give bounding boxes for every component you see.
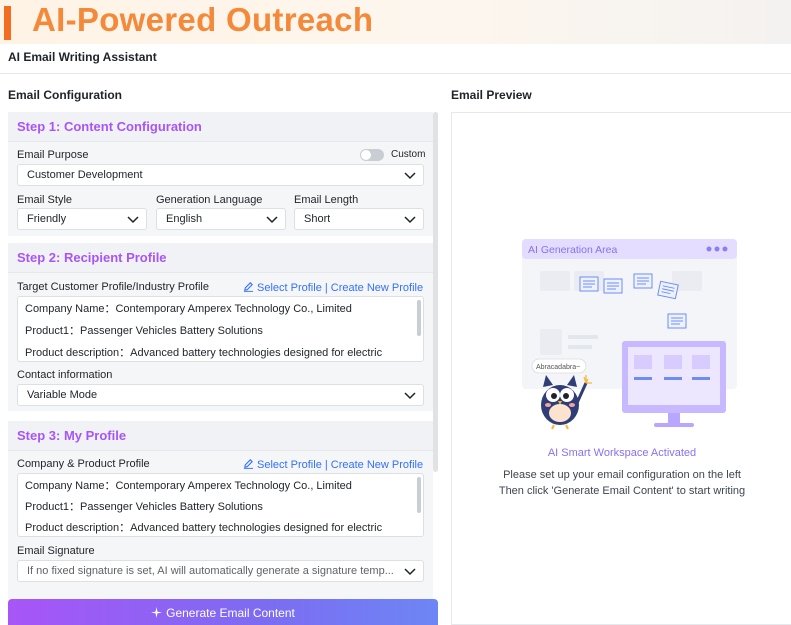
- textarea-scrollbar[interactable]: [417, 300, 421, 336]
- contact-label: Contact information: [17, 369, 113, 381]
- select-my-profile-link-text: Select Profile | Create New Profile: [257, 459, 424, 471]
- config-panel: Step 1: Content Configuration Email Purp…: [8, 112, 438, 602]
- select-profile-link[interactable]: Select Profile | Create New Profile: [243, 281, 423, 294]
- banner-accent-bar: [4, 6, 11, 40]
- edit-icon: [243, 282, 254, 292]
- signature-label: Email Signature: [17, 545, 95, 557]
- style-select[interactable]: Friendly: [17, 208, 147, 230]
- textarea-line: Product1：Passenger Vehicles Battery Solu…: [25, 501, 263, 513]
- generate-button-content: Generate Email Content: [8, 606, 438, 620]
- textarea-line: Company Name：Contemporary Amperex Techno…: [25, 303, 352, 315]
- my-profile-textarea[interactable]: Company Name：Contemporary Amperex Techno…: [17, 473, 424, 537]
- step3-card: Step 3: My Profile Company & Product Pro…: [8, 421, 433, 601]
- document-icon: [633, 273, 653, 289]
- instruction-line-2: Then click 'Generate Email Content' to s…: [498, 485, 746, 497]
- chevron-down-icon: [404, 172, 416, 180]
- edit-icon: [243, 459, 254, 469]
- step1-title: Step 1: Content Configuration: [17, 119, 202, 134]
- bubble-text: Abracadabra~: [536, 364, 580, 371]
- language-select[interactable]: English: [156, 208, 286, 230]
- config-scrollbar[interactable]: [433, 112, 438, 472]
- signature-select-placeholder: If no fixed signature is set, AI will au…: [27, 565, 394, 577]
- step2-title: Step 2: Recipient Profile: [17, 250, 167, 265]
- chevron-down-icon: [404, 568, 416, 576]
- area-label: AI Generation Area: [528, 244, 617, 256]
- style-select-value: Friendly: [27, 213, 67, 225]
- textarea-line: Company Name：Contemporary Amperex Techno…: [25, 480, 352, 492]
- step3-title: Step 3: My Profile: [17, 428, 127, 443]
- step1-card: Step 1: Content Configuration Email Purp…: [8, 112, 433, 236]
- target-profile-textarea[interactable]: Company Name：Contemporary Amperex Techno…: [17, 296, 424, 362]
- dot-icon: [722, 246, 728, 252]
- chevron-down-icon: [404, 216, 416, 224]
- toggle-knob: [361, 150, 371, 160]
- dot-icon: [706, 246, 712, 252]
- preview-section-title: Email Preview: [451, 88, 532, 102]
- select-profile-link-text: Select Profile | Create New Profile: [257, 282, 424, 294]
- placeholder-block: [540, 329, 562, 355]
- chevron-down-icon: [404, 392, 416, 400]
- custom-toggle[interactable]: [360, 149, 384, 161]
- signature-select[interactable]: If no fixed signature is set, AI will au…: [17, 560, 424, 582]
- purpose-select[interactable]: Customer Development: [17, 164, 424, 186]
- chevron-down-icon: [266, 216, 278, 224]
- target-profile-label: Target Customer Profile/Industry Profile: [17, 281, 209, 293]
- config-section-title: Email Configuration: [8, 88, 122, 102]
- textarea-line: Product description：Advanced battery tec…: [25, 522, 383, 534]
- contact-select-value: Variable Mode: [27, 389, 98, 401]
- step3-header: Step 3: My Profile: [8, 421, 433, 451]
- chevron-down-icon: [127, 216, 139, 224]
- step2-card: Step 2: Recipient Profile Target Custome…: [8, 243, 433, 411]
- length-label: Email Length: [294, 194, 359, 206]
- step2-header: Step 2: Recipient Profile: [8, 243, 433, 273]
- length-select-value: Short: [304, 213, 331, 225]
- document-icon: [579, 276, 599, 292]
- generate-email-button[interactable]: Generate Email Content: [8, 599, 438, 625]
- step1-header: Step 1: Content Configuration: [8, 112, 433, 142]
- length-select[interactable]: Short: [294, 208, 424, 230]
- language-select-value: English: [166, 213, 203, 225]
- language-label: Generation Language: [156, 194, 263, 206]
- app-title: AI Email Writing Assistant: [8, 50, 157, 64]
- instruction-line-1: Please set up your email configuration o…: [503, 469, 741, 481]
- contact-select[interactable]: Variable Mode: [17, 384, 424, 406]
- company-profile-label: Company & Product Profile: [17, 458, 150, 470]
- custom-toggle-label: Custom: [391, 149, 426, 160]
- generate-button-label: Generate Email Content: [166, 606, 295, 620]
- dot-icon: [714, 246, 720, 252]
- workspace-activated-text: AI Smart Workspace Activated: [547, 447, 697, 459]
- ai-generation-illustration: AI Generation Area Abracadabra~: [522, 239, 737, 430]
- banner: AI-Powered Outreach: [0, 0, 791, 44]
- sparkle-icon: [151, 607, 163, 618]
- document-icon: [667, 313, 687, 329]
- placeholder-line: [568, 335, 598, 339]
- textarea-line: Product description：Advanced battery tec…: [25, 347, 383, 359]
- textarea-line: Product1：Passenger Vehicles Battery Solu…: [25, 325, 263, 337]
- purpose-label: Email Purpose: [17, 149, 89, 161]
- textarea-scrollbar[interactable]: [417, 477, 421, 513]
- style-label: Email Style: [17, 194, 73, 206]
- placeholder-block: [540, 271, 570, 291]
- purpose-select-value: Customer Development: [27, 169, 143, 181]
- preview-panel: AI Generation Area Abracadabra~ AI Smart…: [451, 112, 791, 625]
- select-my-profile-link[interactable]: Select Profile | Create New Profile: [243, 458, 423, 471]
- app-header: AI Email Writing Assistant: [0, 44, 791, 74]
- document-icon: [603, 278, 623, 294]
- placeholder-line: [568, 345, 592, 349]
- banner-title: AI-Powered Outreach: [32, 1, 374, 38]
- document-icon: [657, 280, 679, 300]
